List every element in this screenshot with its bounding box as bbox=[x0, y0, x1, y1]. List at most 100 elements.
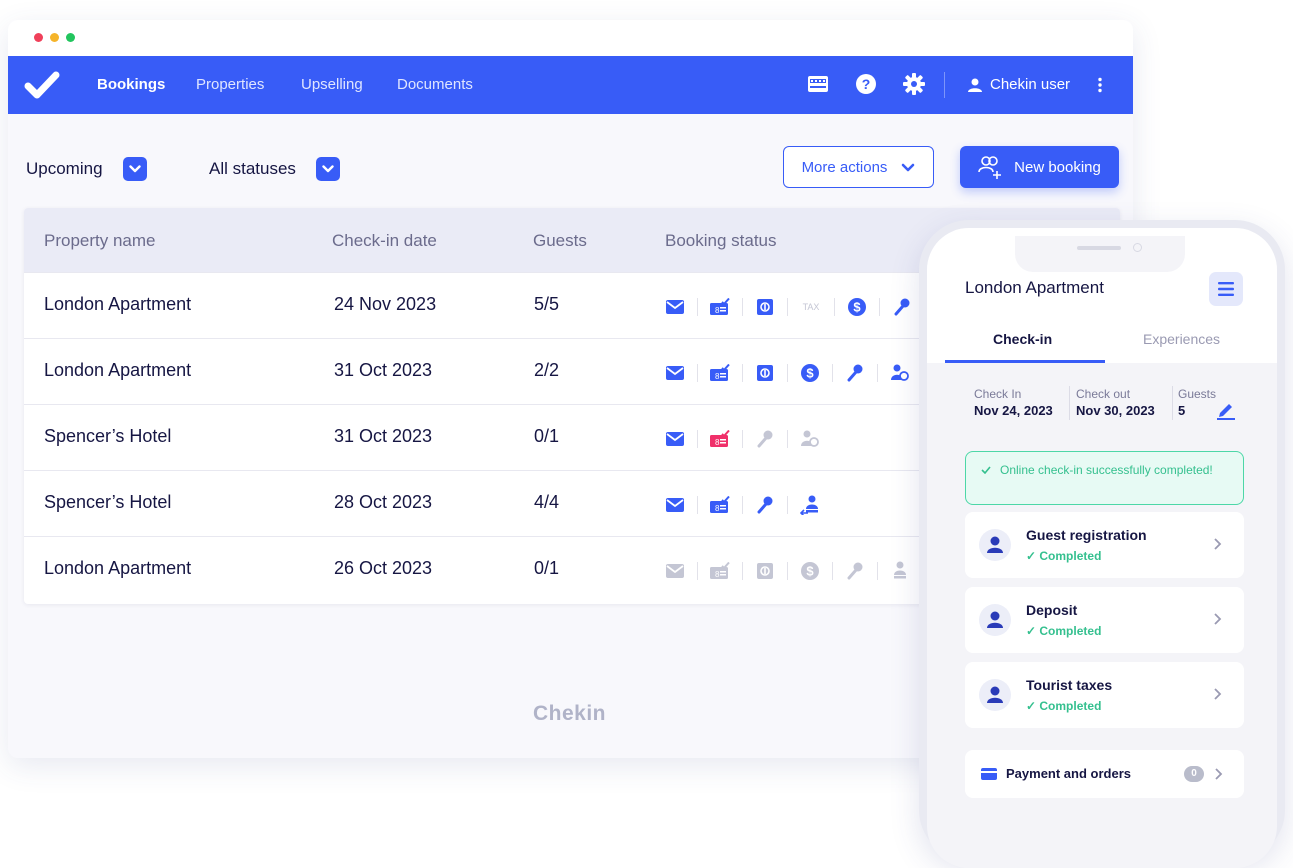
kebab-menu-icon[interactable] bbox=[1092, 77, 1108, 93]
svg-text:8: 8 bbox=[715, 570, 720, 579]
tab-experiences[interactable]: Experiences bbox=[1143, 331, 1220, 347]
person-icon bbox=[979, 679, 1011, 711]
header-booking-status: Booking status bbox=[665, 231, 777, 250]
svg-text:$: $ bbox=[806, 564, 814, 579]
email-icon bbox=[665, 429, 685, 449]
remote-access-icon bbox=[890, 363, 910, 383]
check-out-info: Check out Nov 30, 2023 bbox=[1076, 387, 1155, 418]
phone-notch bbox=[1015, 236, 1185, 272]
nav-upselling[interactable]: Upselling bbox=[301, 76, 363, 93]
more-actions-button[interactable]: More actions bbox=[783, 146, 934, 188]
guests-cell: 0/1 bbox=[534, 426, 560, 446]
payment-count-badge: 0 bbox=[1184, 766, 1204, 782]
booking-status-icons: 8 bbox=[665, 495, 820, 515]
period-filter-label: Upcoming bbox=[26, 159, 103, 178]
header-property-name[interactable]: Property name bbox=[44, 231, 156, 251]
check-in-date-cell: 31 Oct 2023 bbox=[334, 426, 433, 446]
maximize-window-dot[interactable] bbox=[66, 33, 75, 42]
user-name: Chekin user bbox=[990, 76, 1071, 93]
user-menu[interactable]: Chekin user bbox=[968, 76, 1108, 93]
id-check-icon: 8 bbox=[710, 561, 730, 581]
credit-card-icon bbox=[981, 768, 997, 780]
deposit-icon bbox=[755, 561, 775, 581]
id-check-alert-icon: 8 bbox=[710, 429, 730, 449]
booking-status-icons: 8 $ bbox=[665, 561, 910, 581]
payment-dollar-icon: $ bbox=[800, 561, 820, 581]
svg-text:8: 8 bbox=[715, 372, 720, 381]
guests-value: 5 bbox=[1178, 403, 1186, 418]
booking-status-icons: 8 bbox=[665, 429, 820, 449]
check-in-info: Check In Nov 24, 2023 bbox=[974, 387, 1053, 418]
key-icon bbox=[845, 561, 865, 581]
svg-text:$: $ bbox=[806, 366, 814, 381]
nav-properties[interactable]: Properties bbox=[196, 76, 264, 93]
booking-status-icons: 8 TAX $ bbox=[665, 297, 912, 317]
guest-checkin-icon bbox=[890, 561, 910, 581]
deposit-card[interactable]: Deposit ✓ Completed bbox=[965, 587, 1244, 653]
phone-property-title: London Apartment bbox=[965, 278, 1104, 297]
email-icon bbox=[665, 363, 685, 383]
property-name-cell: Spencer’s Hotel bbox=[44, 426, 172, 446]
new-booking-button[interactable]: New booking bbox=[960, 146, 1119, 188]
deposit-icon bbox=[755, 363, 775, 383]
property-name-cell: Spencer’s Hotel bbox=[44, 492, 172, 512]
svg-text:$: $ bbox=[853, 300, 861, 315]
key-icon bbox=[755, 495, 775, 515]
svg-text:8: 8 bbox=[715, 504, 720, 513]
card-status: ✓ Completed bbox=[1026, 699, 1102, 713]
add-guests-icon bbox=[978, 156, 1002, 179]
chevron-down-icon[interactable] bbox=[315, 157, 340, 181]
check-in-label: Check In bbox=[974, 387, 1022, 401]
person-icon bbox=[979, 604, 1011, 636]
card-title: Tourist taxes bbox=[1026, 677, 1113, 693]
marketplace-icon[interactable] bbox=[805, 71, 831, 97]
check-in-value: Nov 24, 2023 bbox=[974, 403, 1053, 418]
card-status: ✓ Completed bbox=[1026, 624, 1102, 638]
payment-label: Payment and orders bbox=[1006, 766, 1131, 781]
id-check-icon: 8 bbox=[710, 297, 730, 317]
nav-bookings[interactable]: Bookings bbox=[97, 76, 165, 93]
payment-and-orders-row[interactable]: Payment and orders 0 bbox=[965, 750, 1244, 798]
person-icon bbox=[979, 529, 1011, 561]
settings-gear-icon[interactable] bbox=[901, 71, 927, 97]
guests-cell: 5/5 bbox=[534, 294, 560, 314]
status-filter[interactable]: All statuses bbox=[209, 157, 340, 181]
guests-label: Guests bbox=[1178, 387, 1217, 401]
help-icon[interactable]: ? bbox=[853, 71, 879, 97]
title-bar bbox=[8, 20, 1133, 56]
tourist-taxes-card[interactable]: Tourist taxes ✓ Completed bbox=[965, 662, 1244, 728]
check-icon bbox=[981, 466, 991, 474]
active-tab-indicator bbox=[945, 360, 1105, 363]
header-guests[interactable]: Guests bbox=[533, 231, 587, 251]
guest-registration-card[interactable]: Guest registration ✓ Completed bbox=[965, 512, 1244, 578]
key-icon bbox=[845, 363, 865, 383]
chekin-logo-icon[interactable] bbox=[24, 70, 60, 100]
check-in-date-cell: 26 Oct 2023 bbox=[334, 558, 433, 578]
key-icon bbox=[892, 297, 912, 317]
id-check-icon: 8 bbox=[710, 495, 730, 515]
minimize-window-dot[interactable] bbox=[50, 33, 59, 42]
key-icon bbox=[755, 429, 775, 449]
new-booking-label: New booking bbox=[1014, 158, 1101, 176]
chevron-right-icon bbox=[1214, 688, 1222, 700]
card-status: ✓ Completed bbox=[1026, 549, 1102, 563]
id-check-icon: 8 bbox=[710, 363, 730, 383]
deposit-icon bbox=[755, 297, 775, 317]
user-icon bbox=[968, 78, 982, 92]
chevron-down-icon[interactable] bbox=[122, 157, 147, 181]
period-filter[interactable]: Upcoming bbox=[26, 157, 147, 181]
nav-divider bbox=[944, 72, 945, 98]
check-in-success-alert: Online check-in successfully completed! bbox=[965, 451, 1244, 505]
guests-cell: 2/2 bbox=[534, 360, 560, 380]
edit-pencil-icon[interactable] bbox=[1217, 400, 1235, 420]
booking-status-icons: 8 $ bbox=[665, 363, 910, 383]
nav-documents[interactable]: Documents bbox=[397, 76, 473, 93]
payment-dollar-icon: $ bbox=[847, 297, 867, 317]
email-icon bbox=[665, 495, 685, 515]
close-window-dot[interactable] bbox=[34, 33, 43, 42]
header-check-in-date[interactable]: Check-in date bbox=[332, 231, 437, 251]
guests-cell: 0/1 bbox=[534, 558, 560, 578]
tab-check-in[interactable]: Check-in bbox=[993, 331, 1052, 347]
hamburger-menu-icon[interactable] bbox=[1209, 272, 1243, 306]
svg-text:8: 8 bbox=[715, 438, 720, 447]
